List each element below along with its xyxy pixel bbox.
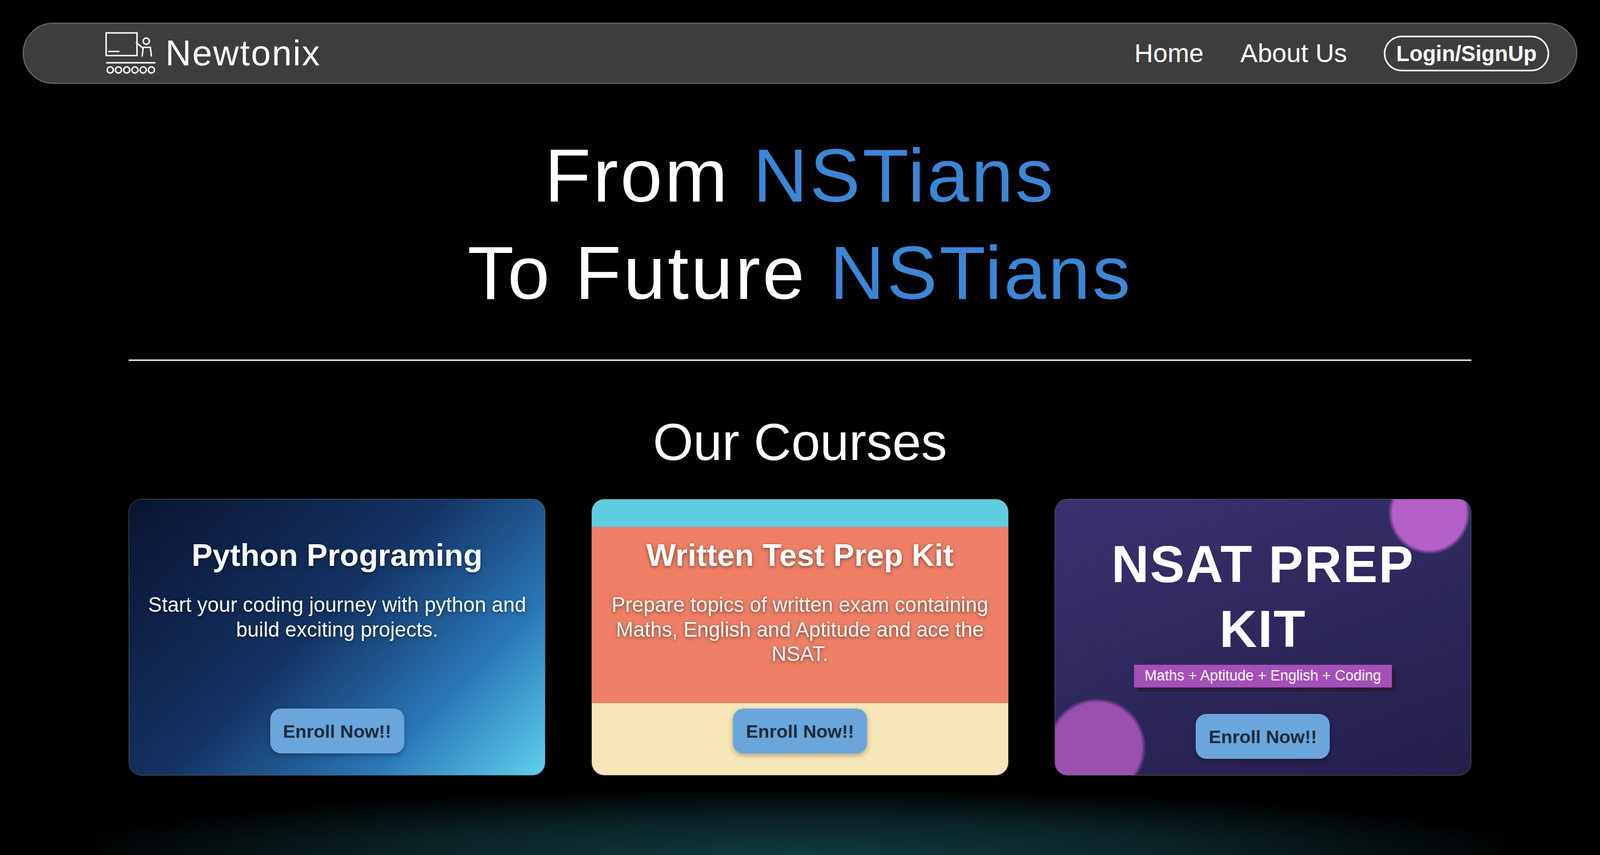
- course-card[interactable]: Python Programing Start your coding journ…: [128, 498, 546, 776]
- page: Newtonix Home About Us Login/SignUp From NST…: [0, 0, 1600, 855]
- login-button[interactable]: Login/SignUp: [1383, 35, 1550, 72]
- section-title: Our Courses: [128, 412, 1472, 472]
- card-title: Written Test Prep Kit: [646, 537, 954, 574]
- divider: [128, 359, 1472, 362]
- hero-line: To Future NSTians: [467, 224, 1133, 322]
- topics-tag: Maths + Aptitude + English + Coding: [1134, 664, 1393, 688]
- card-description: Start your coding journey with python an…: [145, 592, 529, 643]
- bottom-glow: [97, 791, 1503, 855]
- card-title: NSAT PREP KIT: [1100, 531, 1425, 662]
- nav-link[interactable]: Home: [1134, 34, 1204, 73]
- enroll-button[interactable]: Enroll Now!!: [732, 708, 868, 754]
- enroll-button[interactable]: Enroll Now!!: [1195, 714, 1330, 759]
- card-description: Prepare topics of written exam containin…: [608, 592, 992, 668]
- brand-name: Newtonix: [165, 26, 321, 80]
- course-card[interactable]: NSAT PREP KITMaths + Aptitude + English …: [1054, 498, 1472, 776]
- navbar: Newtonix Home About Us Login/SignUp: [22, 22, 1578, 84]
- course-card[interactable]: Written Test Prep Kit Prepare topics of w…: [591, 498, 1009, 776]
- hero: From NSTiansTo Future NSTians: [0, 127, 1600, 322]
- courses-section: Our Courses Python Programing Start your c…: [0, 412, 1600, 776]
- hero-line: From NSTians: [544, 127, 1056, 225]
- nav-link[interactable]: About Us: [1240, 34, 1348, 73]
- classroom-logo-icon: [104, 31, 157, 76]
- enroll-button[interactable]: Enroll Now!!: [270, 708, 405, 754]
- card-title: Python Programing: [191, 537, 483, 574]
- brand[interactable]: Newtonix: [104, 26, 321, 80]
